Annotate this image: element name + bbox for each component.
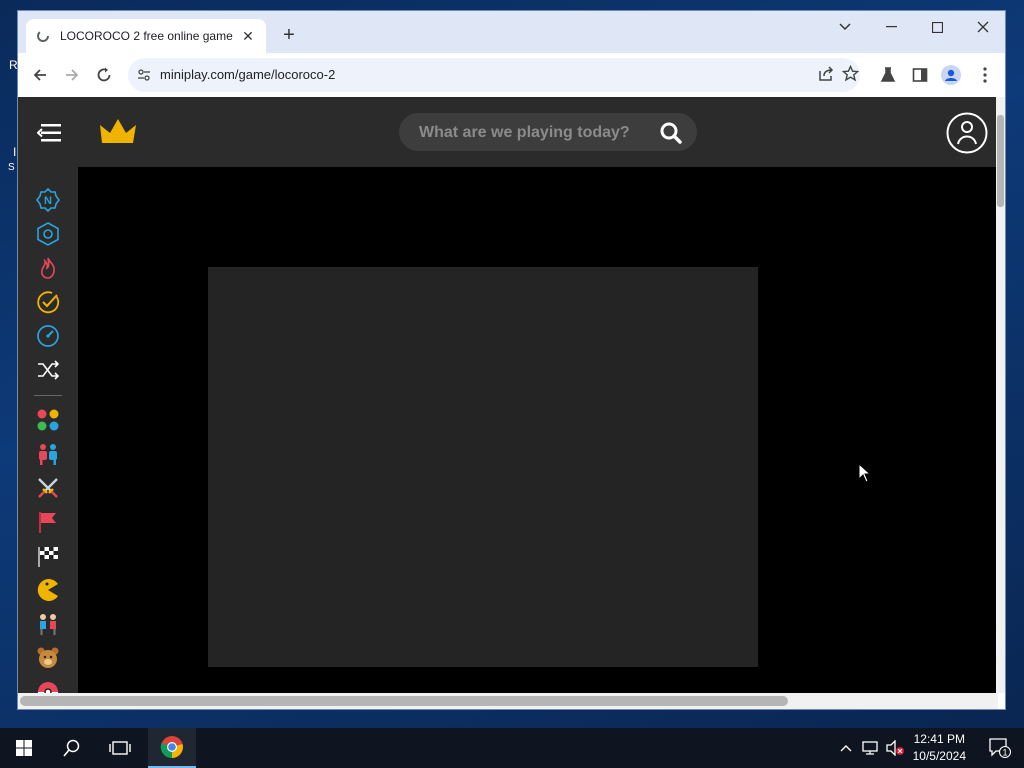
desktop-icon-label: S bbox=[8, 162, 15, 173]
vertical-scroll-thumb[interactable] bbox=[997, 115, 1004, 207]
tab-strip: LOCOROCO 2 free online game ✕ + bbox=[18, 11, 1005, 53]
site-settings-icon[interactable] bbox=[137, 68, 151, 87]
new-tab-button[interactable]: + bbox=[276, 23, 302, 49]
forward-button[interactable] bbox=[60, 63, 84, 87]
maximize-button[interactable] bbox=[914, 11, 960, 43]
volume-muted-icon[interactable] bbox=[882, 728, 908, 768]
search-icon[interactable] bbox=[660, 122, 682, 149]
site-search-bar bbox=[399, 113, 697, 151]
url-text: miniplay.com/game/locoroco-2 bbox=[160, 67, 336, 82]
new-icon[interactable]: N bbox=[36, 188, 60, 212]
windows-taskbar: 12:41 PM 10/5/2024 1 bbox=[0, 728, 1024, 768]
profile-avatar-icon[interactable] bbox=[941, 65, 961, 85]
web-page: N bbox=[18, 97, 998, 693]
system-clock[interactable]: 12:41 PM 10/5/2024 bbox=[913, 731, 966, 765]
hamburger-menu-icon[interactable] bbox=[36, 123, 61, 148]
desktop-icon-label: I bbox=[13, 145, 17, 159]
horizontal-scrollbar[interactable] bbox=[18, 693, 998, 709]
speedometer-icon[interactable] bbox=[36, 324, 60, 348]
pacman-icon[interactable] bbox=[36, 578, 60, 602]
hexagon-icon[interactable] bbox=[36, 222, 60, 246]
check-icon[interactable] bbox=[36, 290, 60, 314]
clock-time: 12:41 PM bbox=[913, 732, 965, 746]
browser-tab[interactable]: LOCOROCO 2 free online game ✕ bbox=[26, 19, 266, 53]
tab-search-icon[interactable] bbox=[822, 11, 868, 43]
kids-icon[interactable] bbox=[36, 612, 60, 636]
game-frame[interactable] bbox=[208, 267, 758, 667]
sidebar-divider bbox=[34, 395, 62, 396]
vertical-scrollbar[interactable] bbox=[996, 97, 1005, 693]
fire-icon[interactable] bbox=[36, 256, 60, 280]
browser-window: LOCOROCO 2 free online game ✕ + miniplay… bbox=[17, 10, 1006, 710]
task-view-icon[interactable] bbox=[96, 728, 144, 768]
clock-date: 10/5/2024 bbox=[912, 749, 966, 763]
swords-icon[interactable] bbox=[36, 476, 60, 500]
share-icon[interactable] bbox=[818, 66, 834, 87]
close-window-button[interactable] bbox=[960, 11, 1005, 43]
mouse-cursor-icon bbox=[858, 462, 872, 488]
loading-favicon-icon bbox=[36, 29, 50, 43]
menu-kebab-icon[interactable] bbox=[975, 65, 995, 85]
category-sidebar: N bbox=[18, 167, 78, 693]
shuffle-icon[interactable] bbox=[36, 358, 60, 382]
side-panel-icon[interactable] bbox=[910, 65, 930, 85]
notification-center-icon[interactable]: 1 bbox=[976, 728, 1024, 768]
taskbar-search-icon[interactable] bbox=[48, 728, 96, 768]
horizontal-scroll-thumb[interactable] bbox=[20, 696, 788, 706]
labs-flask-icon[interactable] bbox=[878, 65, 898, 85]
user-account-icon[interactable] bbox=[946, 112, 988, 159]
categories-icon[interactable] bbox=[36, 408, 60, 432]
minimize-button[interactable] bbox=[868, 11, 914, 43]
crown-logo-icon[interactable] bbox=[100, 119, 136, 150]
stop-loading-button[interactable] bbox=[92, 63, 116, 87]
svg-text:N: N bbox=[44, 195, 52, 207]
tab-close-icon[interactable]: ✕ bbox=[240, 28, 256, 45]
bear-icon[interactable] bbox=[36, 646, 60, 670]
pokeball-icon[interactable] bbox=[36, 680, 60, 693]
site-header bbox=[18, 97, 998, 167]
address-bar[interactable]: miniplay.com/game/locoroco-2 bbox=[128, 58, 860, 92]
racing-flag-icon[interactable] bbox=[36, 544, 60, 568]
flag-icon[interactable] bbox=[36, 510, 60, 534]
bookmark-star-icon[interactable] bbox=[841, 64, 860, 87]
chrome-taskbar-icon[interactable] bbox=[148, 728, 196, 768]
browser-toolbar: miniplay.com/game/locoroco-2 bbox=[18, 53, 1005, 97]
two-player-icon[interactable] bbox=[36, 442, 60, 466]
site-search-input[interactable] bbox=[417, 121, 651, 145]
notification-count: 1 bbox=[1002, 748, 1007, 758]
network-icon[interactable] bbox=[858, 728, 882, 768]
tab-title: LOCOROCO 2 free online game bbox=[60, 29, 233, 43]
show-hidden-icons-chevron-icon[interactable] bbox=[834, 728, 858, 768]
start-button[interactable] bbox=[0, 728, 48, 768]
back-button[interactable] bbox=[28, 63, 52, 87]
